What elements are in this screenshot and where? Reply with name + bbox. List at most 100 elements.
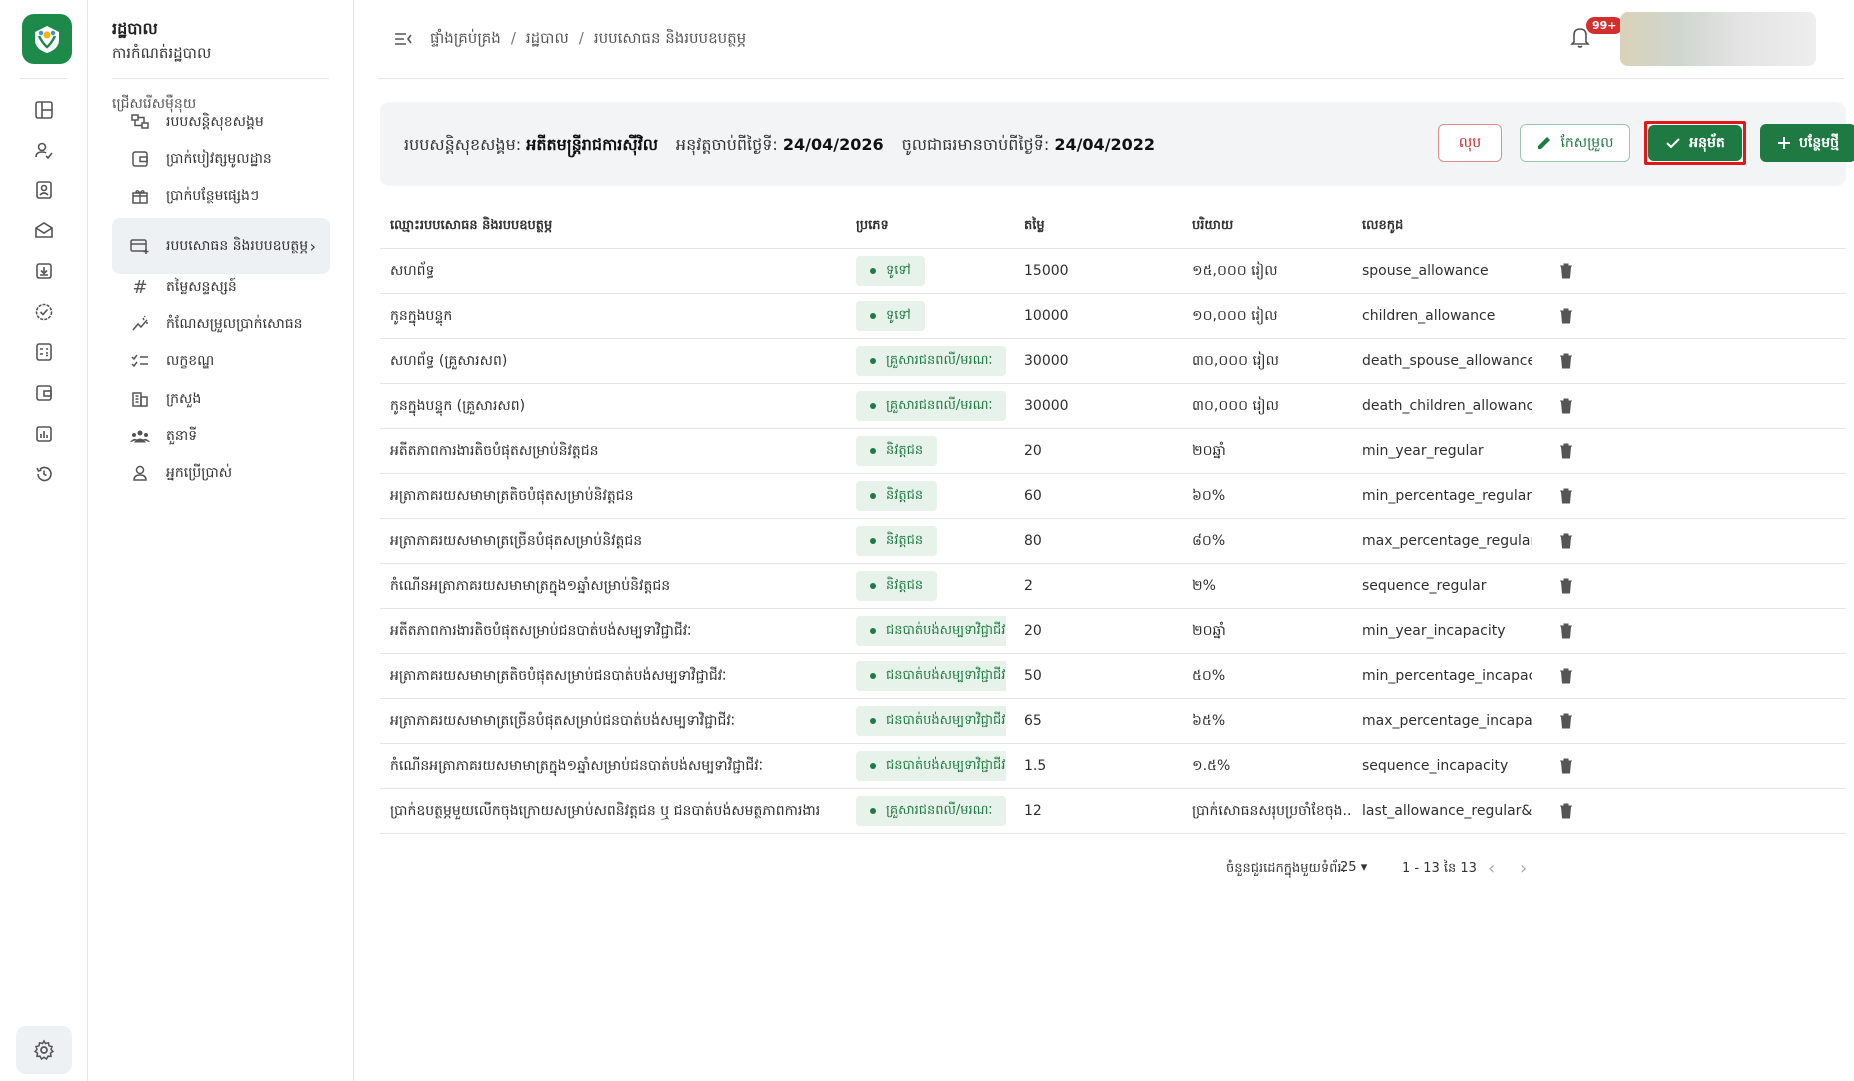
app-title: រដ្ឋបាល [112,19,158,38]
edit-label: កែសម្រួល [1560,134,1614,151]
main-content: ផ្ទាំងគ្រប់គ្រង / រដ្ឋបាល / របបសោធន និងរ… [354,0,1854,1081]
nav-item-index-value[interactable]: # តម្លៃសន្ទស្សន៍ [112,267,330,307]
table-row[interactable]: កូនក្នុងបន្ទុក ទូទៅ 10000 ១០,០០០ រៀល childre… [380,294,1846,339]
table-row[interactable]: កូនក្នុងបន្ទុក (គ្រួសារសព) គ្រួសារជនពលី/ម… [380,384,1846,429]
enforced-date: 24/04/2022 [1054,135,1156,154]
row-code: max_percentage_regular [1362,533,1532,549]
row-name: ប្រាក់ឧបត្ថម្ភមួយលើកចុងក្រោយសម្រាប់សពនិវ… [390,802,821,819]
download-box-icon[interactable] [28,255,60,287]
nav-item-conditions[interactable]: លក្ខខណ្ឌ [112,341,330,381]
user-profile-chip[interactable] [1620,12,1816,66]
table-row[interactable]: អតីតភាពការងារតិចបំផុតសម្រាប់ជនបាត់បង់សម្… [380,609,1846,654]
calculator-icon[interactable] [28,336,60,368]
row-type: គ្រួសារជនពលី/មរណៈ [856,789,1006,833]
wallet-icon[interactable] [28,377,60,409]
user-check-icon[interactable] [28,134,60,166]
breadcrumb-admin[interactable]: រដ្ឋបាល [526,29,569,51]
effective-label: អនុវត្តចាប់ពីថ្ងៃទី: [675,135,778,154]
row-code: children_allowance [1362,308,1496,324]
header-description[interactable]: បរិយាយ [1192,204,1352,248]
approve-button[interactable]: អនុម័ត [1648,125,1742,161]
type-chip: គ្រួសារជនពលី/មរណៈ [856,346,1006,376]
row-description: ៣០,០០០ រៀល [1192,352,1279,369]
scheme-info: របបសន្តិសុខសង្គម: អតីតមន្ត្រីរាជការស៊ីវិ… [404,134,1155,158]
trash-icon[interactable] [1552,294,1580,338]
badge-check-icon[interactable] [28,296,60,328]
rows-per-page-select[interactable]: 25 ▾ [1340,860,1367,875]
row-description: ២% [1192,577,1216,594]
trash-icon[interactable] [1552,699,1580,743]
nav-item-other-allowances[interactable]: ប្រាក់បន្ថែមផ្សេងៗ [112,176,330,216]
card-plus-icon [128,234,152,258]
nav-item-social-security-scheme[interactable]: របបសន្តិសុខសង្គម [112,102,330,142]
history-icon[interactable] [28,458,60,490]
nav-item-base-salary[interactable]: ប្រាក់បៀវត្សមូលដ្ឋាន [112,139,330,179]
row-description: ១.៥% [1192,757,1231,774]
trash-icon[interactable] [1552,429,1580,473]
table-row[interactable]: អត្រាភាគរយសមាមាត្រច្រើនបំផុតសម្រាប់ជនបាត… [380,699,1846,744]
app-subtitle: ការកំណត់រដ្ឋបាល [112,44,212,62]
nav-item-pension-adjustment[interactable]: កំណែសម្រួលប្រាក់សោធន [112,304,330,344]
trash-icon[interactable] [1552,744,1580,788]
row-value: 2 [1024,578,1033,594]
table-row[interactable]: កំណើនអត្រាភាគរយសមាមាត្រក្នុង១ឆ្នាំសម្រាប… [380,744,1846,789]
pagination: ចំនួនជួរដេកក្នុងមួយទំព័រ: 25 ▾ 1 - 13 នៃ… [1154,858,1854,882]
gear-icon [33,1039,55,1061]
type-chip-label: និវត្តជន [886,442,924,458]
trash-icon[interactable] [1552,654,1580,698]
bar-chart-icon[interactable] [28,418,60,450]
header-type[interactable]: ប្រភេទ [856,204,1006,248]
nav-item-roles[interactable]: តួនាទី [112,416,330,456]
row-value: 20 [1024,443,1042,459]
nav-item-pension-schemes[interactable]: របបសោធន និងរបបឧបត្ថម្ភ › [112,218,330,274]
type-chip: គ្រួសារជនពលី/មរណៈ [856,391,1006,421]
table-row[interactable]: អត្រាភាគរយសមាមាត្រតិចបំផុតសម្រាប់និវត្តជ… [380,474,1846,519]
prev-page-icon[interactable]: ‹ [1488,858,1495,879]
row-description: ៦៥% [1192,712,1226,729]
pencil-icon [1538,137,1551,149]
table-row[interactable]: អត្រាភាគរយសមាមាត្រច្រើនបំផុតសម្រាប់និវត្… [380,519,1846,564]
table-row[interactable]: ប្រាក់ឧបត្ថម្ភមួយលើកចុងក្រោយសម្រាប់សពនិវ… [380,789,1846,834]
nav-item-ministries[interactable]: ក្រសួង [112,379,330,419]
trash-icon[interactable] [1552,609,1580,653]
plus-icon [1778,137,1790,149]
id-card-icon[interactable] [28,174,60,206]
hash-icon: # [132,276,148,298]
header-name[interactable]: ឈ្មោះរបបសោធន និងរបបឧបត្ថម្ភ [390,204,850,248]
app-logo[interactable] [22,14,72,64]
mail-open-icon[interactable] [28,214,60,246]
nav-item-label: របបសន្តិសុខសង្គម [166,114,264,130]
header-code[interactable]: លេខកូដ [1362,204,1532,248]
delete-button[interactable]: លុប [1438,124,1502,162]
trash-icon[interactable] [1552,384,1580,428]
edit-button[interactable]: កែសម្រួល [1520,124,1630,162]
trash-icon[interactable] [1552,474,1580,518]
table-row[interactable]: អតីតភាពការងារតិចបំផុតសម្រាប់និវត្តជន និវត… [380,429,1846,474]
nav-item-users[interactable]: អ្នកប្រើប្រាស់ [112,453,330,493]
table-row[interactable]: កំណើនអត្រាភាគរយសមាមាត្រក្នុង១ឆ្នាំសម្រាប… [380,564,1846,609]
wallet-icon [128,147,152,171]
row-name: កំណើនអត្រាភាគរយសមាមាត្រក្នុង១ឆ្នាំសម្រាប… [390,577,671,594]
rows-per-page-label: ចំនួនជួរដេកក្នុងមួយទំព័រ: [1226,861,1346,876]
trash-icon[interactable] [1552,564,1580,608]
header-value[interactable]: តម្លៃ [1024,204,1184,248]
add-new-button[interactable]: បន្ថែមថ្មី [1760,124,1854,162]
menu-collapse-icon[interactable] [392,28,416,52]
table-row[interactable]: សហព័ទ្ធ ទូទៅ 15000 ១៥,០០០ រៀល spouse_allowan… [380,249,1846,294]
table-row[interactable]: អត្រាភាគរយសមាមាត្រតិចបំផុតសម្រាប់ជនបាត់ប… [380,654,1846,699]
settings-button[interactable] [16,1026,72,1074]
dashboard-icon[interactable] [28,94,60,126]
next-page-icon[interactable]: › [1520,858,1527,879]
breadcrumb-dashboard[interactable]: ផ្ទាំងគ្រប់គ្រង [430,29,501,51]
row-type: ជនបាត់បង់សម្បទាវិជ្ជាជីវៈ [856,699,1006,743]
table-row[interactable]: សហព័ទ្ធ (គ្រួសារសព) គ្រួសារជនពលី/មរណៈ 3000… [380,339,1846,384]
row-name: កូនក្នុងបន្ទុក (គ្រួសារសព) [390,397,526,414]
trash-icon[interactable] [1552,519,1580,563]
trash-icon[interactable] [1552,339,1580,383]
row-name: សហព័ទ្ធ (គ្រួសារសព) [390,352,508,369]
trash-icon[interactable] [1552,249,1580,293]
type-chip: និវត្តជន [856,571,938,601]
trash-icon[interactable] [1552,789,1580,833]
type-chip-label: និវត្តជន [886,577,924,593]
type-chip: ជនបាត់បង់សម្បទាវិជ្ជាជីវៈ [856,751,1006,781]
